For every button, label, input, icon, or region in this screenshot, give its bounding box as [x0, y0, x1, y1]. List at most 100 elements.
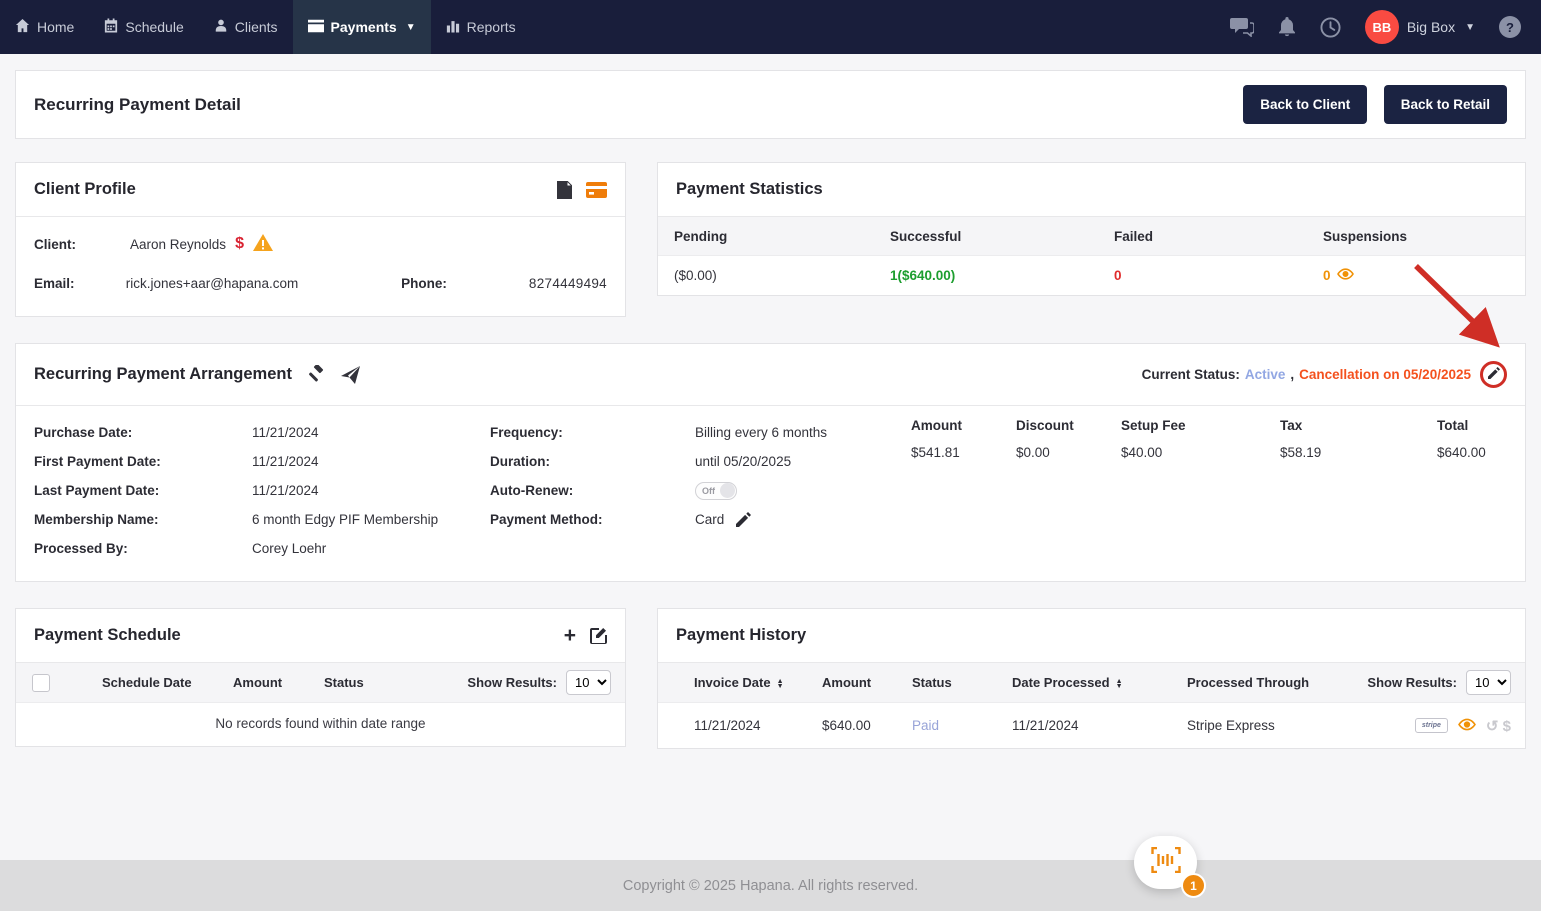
stats-suspensions-value: 0	[1323, 268, 1331, 283]
user-name: Big Box	[1407, 19, 1455, 35]
auto-renew-toggle[interactable]: Off	[695, 482, 737, 500]
dollar-flag-icon[interactable]: $	[235, 235, 244, 253]
warning-triangle-icon[interactable]	[253, 234, 273, 254]
scan-badge: 1	[1181, 873, 1206, 898]
purchase-date-label: Purchase Date:	[34, 418, 252, 447]
nav-label: Clients	[235, 19, 278, 35]
total-header: Total	[1437, 418, 1517, 433]
document-icon[interactable]	[557, 181, 572, 199]
amount-header: Amount	[911, 418, 1016, 433]
help-icon[interactable]: ?	[1499, 16, 1521, 38]
history-status-paid: Paid	[912, 718, 1012, 733]
arrangement-title: Recurring Payment Arrangement	[34, 365, 292, 384]
schedule-col-amount: Amount	[233, 675, 324, 690]
total-value: $640.00	[1437, 445, 1517, 460]
nav-item-home[interactable]: Home	[0, 0, 89, 54]
history-table-row: 11/21/2024 $640.00 Paid 11/21/2024 Strip…	[658, 703, 1525, 748]
processed-by-value: Corey Loehr	[252, 534, 490, 563]
edit-square-icon[interactable]	[590, 627, 607, 644]
edit-payment-method-icon[interactable]	[736, 512, 751, 527]
plus-icon[interactable]: +	[564, 628, 576, 644]
membership-name-value: 6 month Edgy PIF Membership	[252, 505, 490, 534]
current-status-label: Current Status:	[1142, 367, 1240, 382]
payment-method-value: Card	[695, 512, 724, 527]
stats-col-pending: Pending	[674, 229, 890, 244]
home-icon	[15, 18, 30, 36]
barcode-scan-button[interactable]: 1	[1134, 836, 1197, 889]
history-date-processed: 11/21/2024	[1012, 718, 1187, 733]
gavel-icon[interactable]	[307, 365, 326, 384]
avatar: BB	[1365, 10, 1399, 44]
bell-icon[interactable]	[1278, 17, 1296, 37]
history-col-invoice-date[interactable]: Invoice Date▲▼	[694, 675, 822, 690]
chat-icon[interactable]	[1230, 17, 1254, 37]
eye-icon[interactable]	[1337, 268, 1354, 283]
history-processed-through: Stripe Express	[1187, 718, 1349, 733]
main-nav: Home Schedule Clients Payments ▼ Reports	[0, 0, 531, 54]
stripe-badge-icon[interactable]: stripe	[1415, 718, 1448, 733]
edit-status-button[interactable]	[1480, 361, 1507, 388]
payment-history-card: Payment History Invoice Date▲▼ Amount St…	[657, 608, 1526, 749]
stats-failed-value: 0	[1114, 268, 1323, 283]
status-separator: ,	[1290, 367, 1294, 382]
first-payment-date-label: First Payment Date:	[34, 447, 252, 476]
nav-label: Schedule	[125, 19, 183, 35]
client-profile-card: Client Profile Client: Aaron Reynolds $	[15, 162, 626, 317]
setup-fee-value: $40.00	[1121, 445, 1280, 460]
stats-col-successful: Successful	[890, 229, 1114, 244]
frequency-label: Frequency:	[490, 418, 695, 447]
clock-icon[interactable]	[1320, 17, 1341, 38]
nav-item-schedule[interactable]: Schedule	[89, 0, 198, 54]
payment-method-label: Payment Method:	[490, 505, 695, 534]
email-label: Email:	[34, 276, 126, 291]
empty-message: No records found within date range	[16, 703, 625, 746]
edit-pencil-icon	[1488, 367, 1500, 382]
footer: Copyright © 2025 Hapana. All rights rese…	[0, 860, 1541, 911]
nav-label: Home	[37, 19, 74, 35]
toggle-off-label: Off	[702, 486, 715, 496]
history-invoice-date: 11/21/2024	[694, 718, 822, 733]
select-all-checkbox[interactable]	[32, 674, 50, 692]
chevron-down-icon: ▼	[406, 22, 416, 33]
nav-item-reports[interactable]: Reports	[431, 0, 531, 54]
stats-pending-value: ($0.00)	[674, 268, 890, 283]
stats-successful-value: 1($640.00)	[890, 268, 1114, 283]
history-col-status: Status	[912, 675, 1012, 690]
send-icon[interactable]	[341, 366, 360, 384]
back-to-client-button[interactable]: Back to Client	[1243, 85, 1367, 124]
stats-col-failed: Failed	[1114, 229, 1323, 244]
top-navbar: Home Schedule Clients Payments ▼ Reports…	[0, 0, 1541, 54]
schedule-col-date: Schedule Date	[102, 675, 233, 690]
duration-label: Duration:	[490, 447, 695, 476]
calendar-icon	[104, 18, 118, 36]
page-header-card: Recurring Payment Detail Back to Client …	[15, 70, 1526, 139]
back-to-retail-button[interactable]: Back to Retail	[1384, 85, 1507, 124]
user-menu[interactable]: BB Big Box ▼	[1365, 10, 1475, 44]
sort-icon: ▲▼	[1116, 679, 1123, 689]
person-icon	[214, 18, 228, 36]
phone-value: 8274449494	[529, 276, 607, 291]
nav-item-clients[interactable]: Clients	[199, 0, 293, 54]
refund-icon[interactable]: ↺ $	[1486, 717, 1511, 735]
amount-value: $541.81	[911, 445, 1016, 460]
email-value: rick.jones+aar@hapana.com	[126, 276, 401, 291]
history-col-date-processed[interactable]: Date Processed▲▼	[1012, 675, 1187, 690]
copyright-text: Copyright © 2025 Hapana. All rights rese…	[623, 878, 918, 894]
nav-label: Payments	[331, 19, 397, 35]
history-col-amount: Amount	[822, 675, 912, 690]
credit-card-orange-icon[interactable]	[586, 182, 607, 198]
payment-schedule-card: Payment Schedule + Schedule Date Amount …	[15, 608, 626, 747]
discount-header: Discount	[1016, 418, 1121, 433]
discount-value: $0.00	[1016, 445, 1121, 460]
client-label: Client:	[34, 237, 130, 252]
recurring-payment-arrangement-card: Recurring Payment Arrangement Current St…	[15, 343, 1526, 582]
show-results-select[interactable]: 10	[566, 670, 611, 695]
processed-by-label: Processed By:	[34, 534, 252, 563]
arrangement-amounts: Amount Discount Setup Fee Tax Total $541…	[911, 418, 1517, 460]
eye-icon[interactable]	[1458, 718, 1476, 734]
nav-item-payments[interactable]: Payments ▼	[293, 0, 431, 54]
last-payment-date-value: 11/21/2024	[252, 476, 490, 505]
show-results-select[interactable]: 10	[1466, 670, 1511, 695]
client-profile-title: Client Profile	[34, 180, 136, 199]
history-amount: $640.00	[822, 718, 912, 733]
